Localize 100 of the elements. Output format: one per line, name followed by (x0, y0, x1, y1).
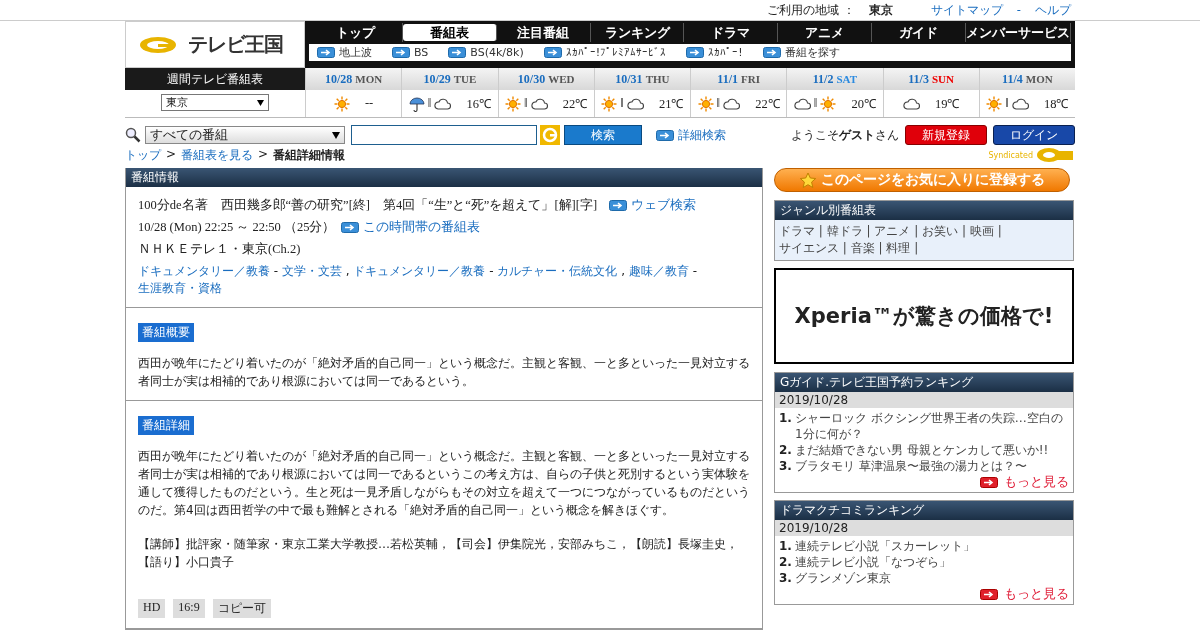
genre-link[interactable]: 音楽 (850, 241, 875, 255)
ad-banner[interactable]: Xperia™が驚きの価格で! (774, 268, 1074, 364)
genre-link[interactable]: 文学・文芸 (281, 263, 342, 280)
section-label: 番組詳細 (138, 416, 194, 435)
day-header[interactable]: 10/28 MON (306, 68, 402, 90)
temperature: -- (364, 96, 374, 111)
genre-link[interactable]: ドキュメンタリー／教養 (353, 263, 486, 280)
rank-number: 1. (779, 410, 792, 427)
panel-header: 番組情報 (126, 168, 762, 187)
genre-separator: | (866, 224, 871, 238)
weekly-title: 週間テレビ番組表 (125, 68, 305, 90)
cloud-icon (793, 97, 811, 110)
search-button[interactable]: 検索 (564, 125, 642, 145)
channel-link[interactable]: BS (392, 46, 429, 59)
day-header[interactable]: 10/31 THU (594, 68, 690, 90)
genre-link[interactable]: 趣味／教育 (628, 263, 689, 280)
format-tag: HD (138, 599, 166, 618)
weather-separator: ‖ (427, 96, 432, 111)
advanced-search-link[interactable]: 詳細検索 (656, 126, 726, 144)
register-button[interactable]: 新規登録 (905, 125, 987, 145)
breadcrumb-separator: > (166, 147, 177, 163)
nav-tab[interactable]: 番組表 (402, 24, 497, 41)
nav-tab[interactable]: メンバーサービス (966, 23, 1071, 42)
panel-header: ジャンル別番組表 (775, 201, 1073, 220)
genre-separator: , (344, 263, 351, 280)
nav-tab[interactable]: ドラマ (684, 23, 779, 42)
genre-link[interactable]: お笑い (922, 224, 959, 238)
header-link[interactable]: サイトマップ (930, 2, 1003, 18)
rank-number: 2. (779, 442, 792, 458)
channel-link[interactable]: 番組を探す (762, 45, 840, 60)
nav-tab[interactable]: アニメ (778, 23, 873, 42)
search-field[interactable] (351, 125, 537, 145)
genre-link[interactable]: アニメ (874, 224, 911, 238)
genre-link[interactable]: ドラマ (779, 224, 815, 238)
ranking-item[interactable]: ブラタモリ 草津温泉〜最強の湯力とは？〜 (794, 458, 1027, 474)
rank-number: 3. (779, 570, 792, 586)
sun-icon (820, 95, 837, 112)
genre-link[interactable]: 映画 (969, 224, 994, 238)
day-header[interactable]: 11/1 FRI (691, 68, 787, 90)
caret-icon (257, 99, 264, 106)
weather-separator: ‖ (620, 96, 624, 111)
weather-separator: ‖ (813, 96, 818, 111)
channel-link[interactable]: ｽｶﾊﾟｰ! (686, 46, 743, 59)
channel-link[interactable]: 地上波 (317, 45, 372, 60)
welcome-text: ようこそゲストさん (791, 126, 899, 144)
ranking-item[interactable]: 連続テレビ小説「スカーレット」 (794, 538, 975, 554)
web-search-link[interactable]: ウェブ検索 (609, 197, 697, 214)
ranking-item[interactable]: シャーロック ボクシング世界王者の失踪…空白の1分に何が？ (794, 410, 1069, 442)
star-icon (799, 171, 817, 189)
search-icon (125, 127, 141, 143)
genre-separator: - (272, 263, 280, 280)
day-header[interactable]: 11/2 SAT (787, 68, 883, 90)
region-label: ご利用の地域 ： (767, 2, 855, 18)
day-header[interactable]: 11/3 SUN (883, 68, 979, 90)
ranking-item[interactable]: まだ結婚できない男 母親とケンカして悪いか!! (794, 442, 1049, 458)
more-link[interactable]: もっと見る (779, 586, 1069, 602)
ranking-item[interactable]: 連続テレビ小説「なつぞら」 (794, 554, 951, 570)
genre-link[interactable]: カルチャー・伝統文化 (497, 263, 618, 280)
format-tag: 16:9 (173, 599, 205, 618)
program-time: 10/28 (Mon) 22:25 ～ 22:50 （25分） (138, 219, 336, 236)
temperature: 20℃ (851, 96, 876, 112)
nav-tab[interactable]: 注目番組 (496, 23, 591, 42)
rank-number: 2. (779, 554, 792, 570)
channel-link[interactable]: ｽｶﾊﾟｰ!ﾌﾟﾚﾐｱﾑｻｰﾋﾞｽ (543, 46, 667, 59)
channel-name: ＮＨＫＥテレ１・東京(Ch.2) (138, 241, 301, 258)
channel-link[interactable]: BS(4k/8k) (448, 46, 524, 59)
genre-link[interactable]: 韓ドラ (826, 224, 863, 238)
section-label: 番組概要 (138, 323, 194, 342)
breadcrumb-link[interactable]: 番組表を見る (181, 147, 254, 164)
nav-tab[interactable]: ガイド (872, 23, 966, 42)
cloud-icon (530, 97, 548, 110)
sun-icon (697, 95, 714, 112)
genre-link[interactable]: サイエンス (779, 241, 839, 255)
breadcrumb-link[interactable]: トップ (125, 147, 161, 164)
nav-tab[interactable]: ランキング (590, 23, 685, 42)
genre-separator: | (818, 224, 823, 238)
genre-link[interactable]: 生涯教育・資格 (138, 280, 222, 297)
program-title: 100分de名著 西田幾多郎“善の研究”[終] 第4回「“生”と“死”を超えて」[解][字] (138, 197, 598, 214)
header-link[interactable]: ヘルプ (1035, 2, 1071, 18)
day-header[interactable]: 10/30 WED (498, 68, 594, 90)
nav-tab[interactable]: トップ (309, 23, 403, 42)
weather-separator: ‖ (716, 96, 721, 111)
timeslot-link[interactable]: この時間帯の番組表 (341, 219, 481, 236)
link-separator: - (1016, 3, 1021, 17)
breadcrumb-current: 番組詳細情報 (273, 147, 346, 164)
more-link[interactable]: もっと見る (779, 474, 1069, 490)
sun-icon (505, 95, 522, 112)
rank-number: 1. (779, 538, 792, 554)
login-button[interactable]: ログイン (993, 125, 1075, 145)
day-header[interactable]: 11/4 MON (979, 68, 1075, 90)
category-select[interactable]: すべての番組 (145, 126, 345, 144)
day-header[interactable]: 10/29 TUE (402, 68, 498, 90)
genre-link[interactable]: 料理 (886, 241, 911, 255)
panel-header: Gガイド.テレビ王国予約ランキング (775, 373, 1073, 392)
temperature: 22℃ (562, 96, 588, 112)
region-select[interactable]: 東京 (161, 94, 269, 111)
detail-text: 西田が晩年にたどり着いたのが「絶対矛盾的自己同一」という概念だ。主観と客観、一と多といった一見対立する者同士が実は相補的であり根源においては同一であるというこの考え方は、自らの子供と死別するという実体験を通して獲得したものだという。生と死は一見矛盾しながらもその対立を超えて一つにつながっているものだというのだ。第4回は西田哲学の中で最も難解とされる「絶対矛盾的自己同一」という概念を解きほぐす。 (138, 448, 750, 519)
ranking-item[interactable]: グランメゾン東京 (794, 570, 891, 586)
genre-link[interactable]: ドキュメンタリー／教養 (138, 263, 270, 280)
sun-icon (601, 95, 618, 112)
